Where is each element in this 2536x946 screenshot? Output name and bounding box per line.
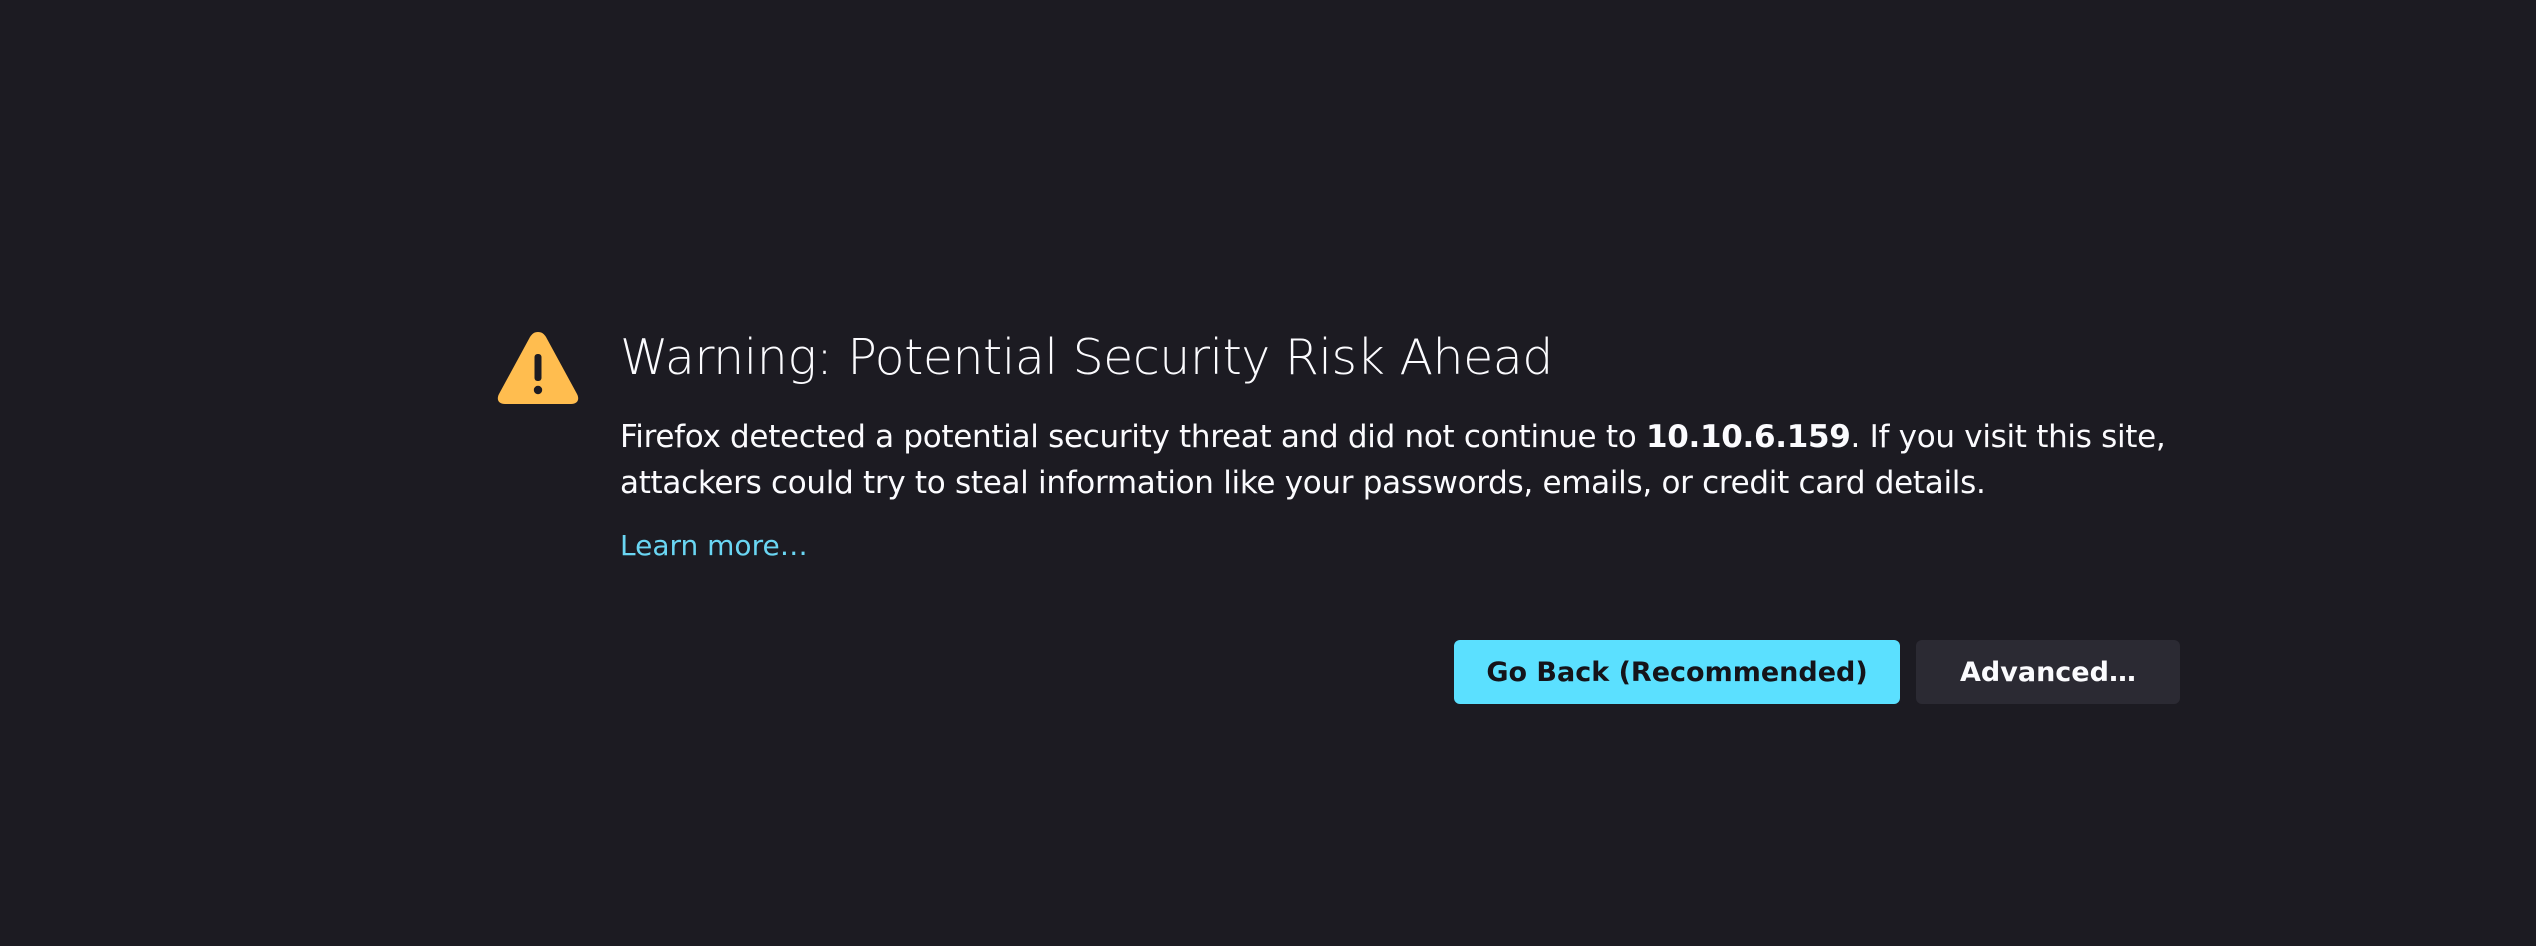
advanced-button[interactable]: Advanced…	[1916, 640, 2180, 704]
go-back-button[interactable]: Go Back (Recommended)	[1454, 640, 1900, 704]
learn-more-link[interactable]: Learn more…	[620, 528, 808, 564]
host-address: 10.10.6.159	[1645, 419, 1851, 455]
page-title: Warning: Potential Security Risk Ahead	[620, 329, 1553, 386]
warning-icon	[497, 332, 579, 404]
action-buttons: Go Back (Recommended) Advanced…	[1454, 640, 2180, 704]
error-content: Warning: Potential Security Risk Ahead F…	[620, 322, 2180, 564]
description-text-before: Firefox detected a potential security th…	[620, 419, 1646, 455]
error-description: Firefox detected a potential security th…	[620, 414, 2180, 506]
